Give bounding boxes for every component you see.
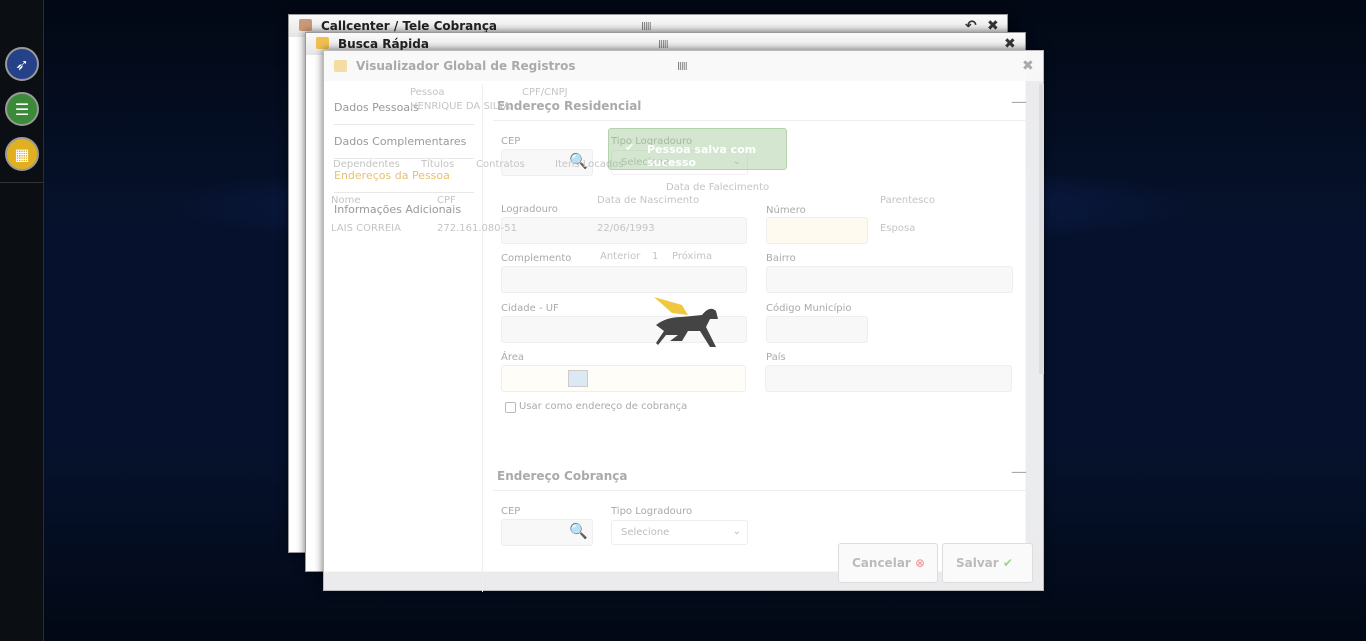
folder-icon [334,60,347,72]
collapse-icon[interactable]: — [1011,92,1027,111]
check-icon: ✔ [625,141,635,154]
window-title: Busca Rápida [338,37,429,51]
cpf-label: CPF/CNPJ [522,87,568,98]
bairro-label: Bairro [766,253,796,264]
area-label: Área [501,352,525,363]
lookup-icon[interactable] [568,370,588,387]
complemento-label: Complemento [501,253,572,264]
check-icon: ✔ [1002,556,1013,570]
cell-nascimento: 22/06/1993 [597,223,655,234]
area-input[interactable] [501,365,746,392]
divider [493,120,1028,121]
col-cpf[interactable]: CPF [437,196,456,206]
section-cobranca-title: Endereço Cobrança [497,469,628,483]
scrollbar[interactable] [1039,84,1044,374]
cancel-label: Cancelar [852,556,911,570]
nav-dados-complementares[interactable]: Dados Complementares [334,125,474,159]
grid-icon[interactable]: ▦ [5,137,39,171]
pagination-next[interactable]: Próxima [672,252,712,262]
cidade-label: Cidade - UF [501,303,559,314]
sidebar: ➶ ☰ ▦ [0,0,44,641]
codigo-municipio-label: Código Município [766,303,852,314]
col-falecimento[interactable]: Data de Falecimento [666,183,769,193]
col-parentesco[interactable]: Parentesco [880,196,935,206]
search-icon[interactable]: 🔍 [569,522,588,540]
col-nome[interactable]: Nome [331,196,361,206]
pagination-prev[interactable]: Anterior [600,252,640,262]
bairro-input[interactable] [766,266,1013,293]
drag-grip-icon[interactable]: ||||| [658,39,669,48]
toast-message: Pessoa salva com sucesso [647,143,757,169]
drag-grip-icon[interactable]: ||||| [641,21,652,30]
save-button[interactable]: Salvar ✔ [942,543,1033,583]
window-title: Visualizador Global de Registros [356,59,576,73]
pagination-page[interactable]: 1 [652,252,658,262]
close-icon[interactable]: ✖ [1022,58,1034,74]
cobranca-cep-input[interactable]: 🔍 [501,519,593,546]
folder-icon [316,37,329,49]
cobranca-tipo-select[interactable]: Selecione ⌄ [611,520,748,545]
pais-label: País [766,352,786,363]
section-residencial-title: Endereço Residencial [497,99,642,113]
window-title: Callcenter / Tele Cobrança [321,19,498,33]
complemento-input[interactable] [501,266,747,293]
tab-titulos[interactable]: Títulos [421,160,454,170]
collapse-icon[interactable]: — [1011,462,1027,481]
pais-input[interactable] [765,365,1012,392]
codigo-municipio-input[interactable] [766,316,868,343]
pegasus-loading-icon [654,297,718,347]
usar-cobranca-checkbox[interactable] [505,402,516,413]
usar-cobranca-label: Usar como endereço de cobrança [519,401,688,412]
save-label: Salvar [956,556,999,570]
list-icon[interactable]: ☰ [5,92,39,126]
tab-dependentes[interactable]: Dependentes [333,160,400,170]
cancel-icon: ⊗ [915,556,926,570]
col-nascimento[interactable]: Data de Nascimento [597,196,699,206]
user-icon [299,19,312,31]
person-name: HENRIQUE DA SILVA [410,101,511,112]
divider [493,490,1028,491]
drag-grip-icon[interactable]: ||||| [677,61,688,70]
cell-cpf: 272.161.080-51 [437,223,517,234]
numero-input[interactable] [766,217,868,244]
pegasus-logo-icon[interactable]: ➶ [5,47,39,81]
visualizador-title-bar[interactable]: Visualizador Global de Registros ||||| ✖ [324,51,1043,81]
select-value: Selecione [621,527,670,538]
logradouro-label: Logradouro [501,204,558,215]
success-toast: ✔ Pessoa salva com sucesso [608,128,787,170]
person-label: Pessoa [410,87,445,98]
tab-contratos[interactable]: Contratos [476,160,525,170]
chevron-down-icon: ⌄ [732,526,741,537]
cell-nome: LAIS CORREIA [331,223,401,234]
cell-parentesco: Esposa [880,223,916,234]
cobranca-cep-label: CEP [501,506,521,517]
numero-label: Número [766,205,806,216]
cancel-button[interactable]: Cancelar ⊗ [838,543,938,583]
cobranca-tipo-label: Tipo Logradouro [611,506,693,517]
sidebar-divider [0,182,44,183]
cep-label: CEP [501,136,521,147]
